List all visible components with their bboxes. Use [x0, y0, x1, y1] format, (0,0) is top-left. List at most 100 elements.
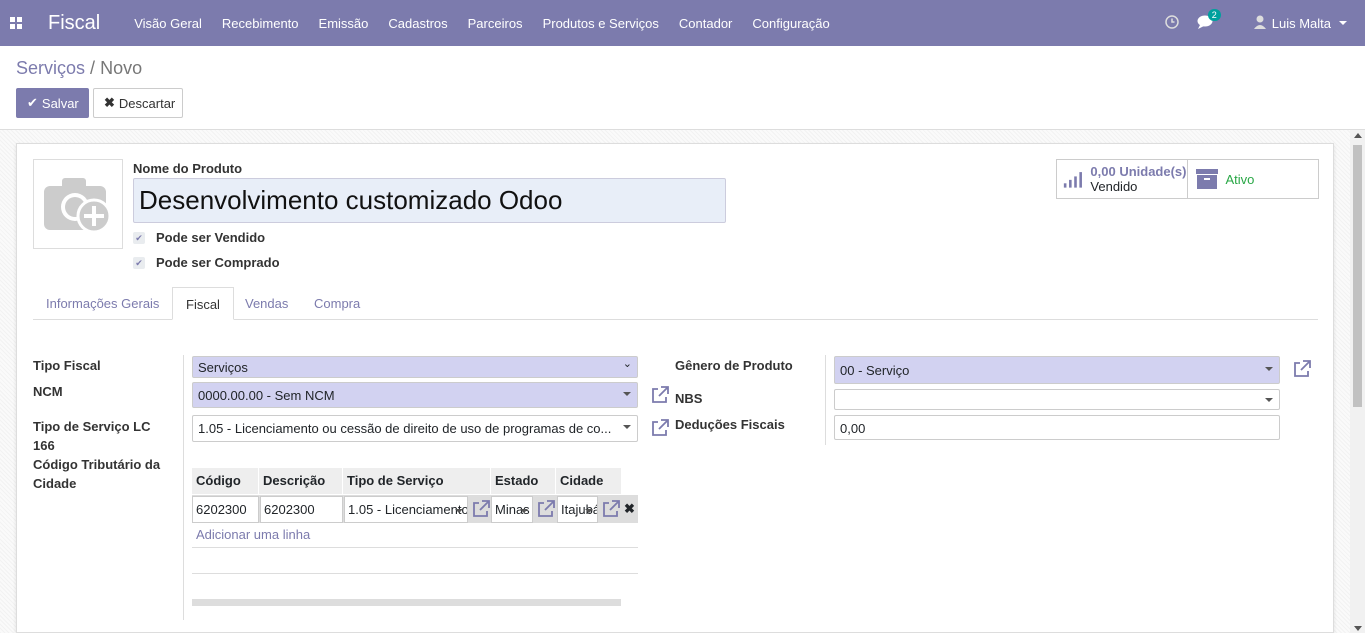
user-name[interactable]: Luis Malta — [1272, 16, 1331, 31]
tab-informacoes-gerais[interactable]: Informações Gerais — [33, 287, 172, 320]
genero-dropdown-caret-icon[interactable] — [1265, 367, 1273, 371]
control-panel: Serviços / Novo ✔ Salvar ✖ Descartar — [0, 46, 1365, 130]
tab-compra[interactable]: Compra — [301, 287, 373, 320]
sold-label: Vendido — [1090, 179, 1138, 194]
tab-vendas[interactable]: Vendas — [232, 287, 301, 320]
nbs-input[interactable] — [834, 389, 1280, 410]
menu-visao-geral[interactable]: Visão Geral — [134, 16, 202, 31]
discard-label: Descartar — [118, 95, 176, 111]
scrollbar-thumb[interactable] — [1353, 145, 1362, 407]
tipo-servico-dropdown-caret-icon[interactable] — [623, 425, 631, 429]
sold-value: 0,00 Unidade(s) — [1090, 164, 1187, 179]
col-tipo-servico[interactable]: Tipo de Serviço — [343, 468, 491, 494]
camera-add-icon — [44, 178, 112, 234]
can-sell-label: Pode ser Vendido — [156, 230, 266, 245]
messages-icon[interactable]: 2 — [1197, 8, 1221, 32]
row-estado-input[interactable]: Minas — [491, 496, 533, 523]
genero-external-link-icon[interactable] — [1293, 360, 1311, 378]
product-name-input[interactable]: Desenvolvimento customizado Odoo — [133, 178, 726, 223]
menu-emissao[interactable]: Emissão — [319, 16, 369, 31]
tipo-servico-value: 1.05 - Licenciamento ou cessão de direit… — [198, 421, 612, 436]
ncm-dropdown-caret-icon[interactable] — [623, 392, 631, 396]
row-estado-external-link-icon[interactable] — [537, 500, 555, 518]
archive-icon — [1195, 169, 1218, 189]
notebook-tabs: Informações Gerais Fiscal Vendas Compra — [33, 287, 1318, 320]
apps-menu-icon[interactable] — [0, 0, 32, 46]
col-codigo[interactable]: Código — [192, 468, 259, 494]
ncm-external-link-icon[interactable] — [651, 386, 669, 404]
app-name[interactable]: Fiscal — [48, 12, 100, 35]
scroll-up-icon[interactable] — [1354, 133, 1362, 138]
add-line-link[interactable]: Adicionar uma linha — [196, 527, 310, 542]
save-label: Salvar — [41, 95, 79, 111]
can-buy-checkbox[interactable]: ✔ — [133, 257, 145, 269]
menu-contador[interactable]: Contador — [679, 16, 732, 31]
row-descricao-input[interactable]: 6202300 — [260, 496, 343, 523]
can-sell-checkbox[interactable]: ✔ — [133, 232, 145, 244]
tipo-servico-input[interactable]: 1.05 - Licenciamento ou cessão de direit… — [192, 415, 638, 442]
can-buy-label: Pode ser Comprado — [156, 255, 280, 270]
sold-stat-button[interactable]: 0,00 Unidade(s) Vendido — [1057, 160, 1188, 198]
active-toggle-button[interactable]: Ativo — [1188, 160, 1319, 198]
ncm-label: NCM — [33, 384, 63, 399]
deducoes-input[interactable]: 0,00 — [834, 415, 1280, 440]
menu-configuracao[interactable]: Configuração — [752, 16, 829, 31]
genero-label: Gênero de Produto — [675, 358, 793, 373]
table-empty-row — [192, 547, 638, 574]
button-box: 0,00 Unidade(s) Vendido Ativo — [1056, 159, 1319, 199]
row-cidade-external-link-icon[interactable] — [602, 500, 620, 518]
product-image[interactable] — [33, 159, 123, 249]
table-footer — [192, 599, 621, 606]
messages-badge: 2 — [1207, 8, 1221, 21]
tipo-fiscal-value: Serviços — [198, 360, 248, 375]
tipo-fiscal-label: Tipo Fiscal — [33, 358, 101, 373]
tipo-servico-label: Tipo de Serviço LC 166 — [33, 419, 151, 453]
breadcrumb-current: Novo — [100, 58, 143, 78]
row-cidade-caret-icon[interactable] — [585, 509, 593, 513]
breadcrumb: Serviços / Novo — [16, 58, 142, 79]
close-icon: ✖ — [104, 95, 115, 110]
deducoes-label: Deduções Fiscais — [675, 417, 785, 432]
tipo-fiscal-select[interactable]: Serviços ⌄ — [192, 356, 638, 378]
bar-signal-icon — [1063, 172, 1082, 188]
tipo-servico-external-link-icon[interactable] — [651, 419, 669, 437]
genero-input[interactable]: 00 - Serviço — [834, 356, 1280, 384]
codigo-trib-label: Código Tributário da Cidade — [33, 457, 161, 491]
row-tipo-caret-icon[interactable] — [455, 509, 463, 513]
codigo-trib-table-header: Código Descrição Tipo de Serviço Estado … — [192, 468, 621, 494]
menu-produtos-servicos[interactable]: Produtos e Serviços — [543, 16, 659, 31]
breadcrumb-separator: / — [90, 58, 96, 78]
menu-parceiros[interactable]: Parceiros — [468, 16, 523, 31]
genero-value: 00 - Serviço — [840, 363, 910, 378]
tab-fiscal[interactable]: Fiscal — [172, 287, 234, 320]
col-descricao[interactable]: Descrição — [259, 468, 343, 494]
ncm-value: 0000.00.00 - Sem NCM — [198, 388, 335, 403]
col-cidade[interactable]: Cidade — [556, 468, 621, 494]
ncm-input[interactable]: 0000.00.00 - Sem NCM — [192, 382, 638, 408]
row-cidade-input[interactable]: Itajubá — [557, 496, 598, 523]
save-button[interactable]: ✔ Salvar — [16, 88, 89, 118]
product-name-label: Nome do Produto — [133, 161, 243, 176]
group-divider-right — [825, 355, 826, 445]
nbs-label: NBS — [675, 391, 703, 406]
activity-clock-icon[interactable] — [1165, 14, 1179, 32]
user-dropdown-caret-icon[interactable] — [1339, 21, 1347, 25]
menu-cadastros[interactable]: Cadastros — [388, 16, 447, 31]
col-estado[interactable]: Estado — [491, 468, 556, 494]
row-estado-caret-icon[interactable] — [520, 509, 528, 513]
menu-recebimento[interactable]: Recebimento — [222, 16, 299, 31]
scroll-down-icon[interactable] — [1354, 626, 1362, 631]
check-icon: ✔ — [27, 95, 38, 110]
user-avatar-icon[interactable] — [1253, 15, 1266, 32]
breadcrumb-parent[interactable]: Serviços — [16, 58, 85, 78]
row-delete-icon[interactable]: ✖ — [624, 501, 635, 517]
nbs-dropdown-caret-icon[interactable] — [1265, 398, 1273, 402]
group-divider-left — [183, 355, 184, 620]
row-tipo-external-link-icon[interactable] — [472, 500, 490, 518]
discard-button[interactable]: ✖ Descartar — [93, 88, 183, 118]
row-codigo-input[interactable]: 6202300 — [192, 496, 259, 523]
main-menu: Visão Geral Recebimento Emissão Cadastro… — [134, 16, 849, 31]
chevron-down-icon: ⌄ — [622, 358, 632, 370]
top-navbar: Fiscal Visão Geral Recebimento Emissão C… — [0, 0, 1365, 46]
row-tipo-input[interactable]: 1.05 - Licenciamento — [344, 496, 468, 523]
